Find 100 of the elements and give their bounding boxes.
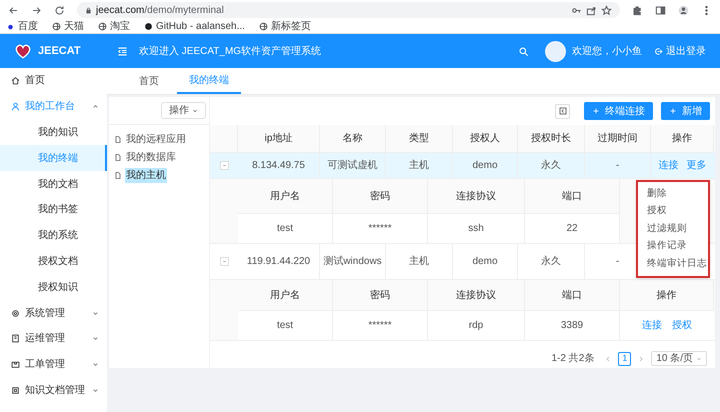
- column-header: 连接协议: [456, 288, 496, 302]
- page-size-select[interactable]: 10 条/页: [651, 351, 707, 366]
- star-icon[interactable]: [601, 4, 612, 16]
- sidebar-subitem[interactable]: 授权知识: [0, 274, 107, 300]
- table-cell-text: 永久: [541, 158, 561, 173]
- bookmark[interactable]: 淘宝: [98, 19, 130, 34]
- puzzle-icon[interactable]: [632, 4, 643, 16]
- table-cell-text: test: [276, 222, 294, 236]
- sidebar-item[interactable]: 工单管理: [0, 352, 107, 378]
- table-cell-text: 主机: [409, 254, 429, 269]
- menu-item[interactable]: 终端审计日志: [638, 255, 708, 272]
- bookmark[interactable]: GitHub - aalanseh...: [144, 19, 245, 34]
- table-cell-text: demo: [472, 159, 498, 173]
- column-header: 密码: [370, 190, 390, 204]
- minus-icon: [220, 162, 228, 169]
- sidebar-item[interactable]: 系统管理: [0, 300, 107, 326]
- sidebar-subitem[interactable]: 我的系统: [0, 222, 107, 249]
- pagination-summary: 1-2 共2条: [552, 352, 594, 366]
- menu-item[interactable]: 删除: [638, 185, 708, 202]
- greeting-text: 欢迎您，小小鱼: [572, 44, 642, 58]
- briefcase-icon: [11, 360, 20, 370]
- chevron-icon: [92, 361, 99, 368]
- next-page-icon: [637, 354, 646, 362]
- table-row[interactable]: 8.134.49.75 可测试虚机 主机 demo 永久 - 连接 更多: [210, 153, 715, 179]
- lock-icon: [85, 6, 92, 14]
- user-icon: [11, 102, 20, 112]
- caret-icon: [696, 356, 702, 362]
- table-cell-text: -: [616, 255, 620, 269]
- prev-page-icon: [604, 354, 612, 362]
- bookmark[interactable]: 天猫: [52, 19, 84, 34]
- plus-icon: [592, 107, 600, 115]
- column-header: 连接协议: [456, 190, 496, 204]
- table-cell-text: 主机: [409, 158, 429, 173]
- column-header: ip地址: [238, 125, 320, 152]
- document-icon: [11, 334, 20, 344]
- column-header: 操作: [651, 125, 714, 152]
- chevron-icon: [92, 335, 99, 342]
- sidebar-item[interactable]: 知识文档管理: [0, 378, 107, 404]
- tree-item[interactable]: 我的主机: [125, 168, 167, 182]
- column-header: 过期时间: [585, 125, 651, 152]
- sidebar-item[interactable]: 首页: [0, 68, 107, 94]
- table-cell-text: 8.134.49.75: [252, 159, 305, 173]
- table-cell-text: rdp: [468, 319, 484, 333]
- heart-logo-icon: [14, 42, 32, 60]
- tree-item[interactable]: 我的数据库: [125, 150, 177, 164]
- menu-item[interactable]: 授权: [638, 202, 708, 220]
- collapse-icon: [558, 107, 566, 115]
- sidebar-icon[interactable]: [655, 4, 666, 16]
- table-cell-text: 119.91.44.220: [246, 255, 310, 269]
- profile-icon[interactable]: [678, 4, 689, 16]
- bookmark[interactable]: 百度: [6, 19, 38, 34]
- column-header: 授权人: [453, 125, 518, 152]
- expand-toggle[interactable]: [220, 257, 228, 266]
- sidebar-item[interactable]: 运维管理: [0, 326, 107, 352]
- table-cell-text: 可测试虚机: [328, 158, 378, 173]
- table-cell-text: 测试windows: [323, 254, 382, 269]
- forward-icon[interactable]: [31, 4, 42, 16]
- table-cell-text: ssh: [468, 222, 484, 236]
- square-icon: [11, 386, 20, 395]
- column-header: 密码: [370, 288, 390, 302]
- table-cell-text: 3389: [560, 319, 584, 333]
- column-header: 名称: [320, 125, 386, 152]
- action-dropdown[interactable]: 操作: [161, 102, 206, 119]
- tab[interactable]: 首页: [127, 68, 171, 94]
- address-bar[interactable]: jeecat.com/demo/myterminal: [77, 2, 620, 18]
- collapse-button[interactable]: [555, 104, 570, 118]
- search-icon[interactable]: [518, 46, 529, 56]
- table-cell-text: demo: [472, 255, 498, 269]
- bookmark[interactable]: 新标签页: [258, 19, 311, 34]
- table-cell-text: ******: [368, 222, 392, 236]
- minus-icon: [220, 258, 228, 265]
- plus-icon: [669, 107, 677, 115]
- table-cell-text: 22: [566, 222, 578, 236]
- brand-name: JEECAT: [38, 44, 81, 59]
- caret-icon: [192, 108, 198, 114]
- sidebar-subitem[interactable]: 我的书签: [0, 196, 107, 223]
- back-icon[interactable]: [8, 4, 19, 16]
- avatar[interactable]: [545, 40, 566, 62]
- sidebar-subitem[interactable]: 我的知识: [0, 120, 107, 146]
- menu-item[interactable]: 过滤规则: [638, 220, 708, 238]
- sidebar-subitem[interactable]: 授权文档: [0, 248, 107, 274]
- share-icon[interactable]: [586, 4, 597, 16]
- table-cell-text: -: [616, 159, 620, 173]
- reload-icon[interactable]: [54, 4, 65, 16]
- chevron-icon: [92, 103, 99, 110]
- table-cell-text: 永久: [541, 254, 561, 269]
- expand-toggle[interactable]: [220, 161, 228, 170]
- system-title: 欢迎进入 JEECAT_MG软件资产管理系统: [139, 44, 322, 58]
- url-text: jeecat.com/demo/myterminal: [96, 4, 224, 18]
- table-cell-text: ******: [368, 319, 392, 333]
- chevron-icon: [92, 310, 99, 317]
- column-header: 端口: [562, 288, 582, 302]
- table-cell-text: test: [276, 319, 294, 333]
- column-header: 用户名: [270, 190, 300, 204]
- sidebar-subitem[interactable]: 我的文档: [0, 171, 107, 197]
- menu-fold-icon[interactable]: [117, 46, 128, 56]
- home-icon: [11, 76, 20, 86]
- chevron-icon: [92, 386, 99, 394]
- logout-icon: [654, 46, 663, 56]
- tree-item[interactable]: 我的远程应用: [125, 132, 187, 146]
